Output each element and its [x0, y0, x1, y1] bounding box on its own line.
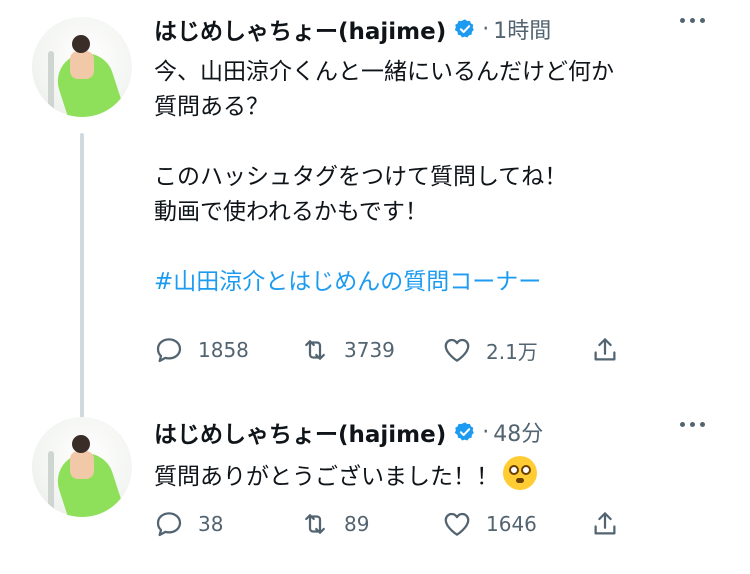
reply-icon	[156, 512, 182, 537]
thread-line	[80, 133, 84, 418]
share-icon	[594, 338, 616, 361]
retweet-count: 89	[344, 512, 370, 536]
reply-count: 38	[198, 512, 224, 536]
hashtag-link[interactable]: #山田涼介とはじめんの質問コーナー	[154, 269, 541, 295]
tweet-header: はじめしゃちょー(hajime) · 48分	[154, 414, 543, 450]
retweet-button[interactable]: 89	[300, 504, 369, 544]
reply-count: 1858	[198, 338, 249, 362]
reply-button[interactable]: 1858	[154, 330, 249, 370]
like-button[interactable]: 2.1万	[442, 330, 538, 370]
more-options-icon[interactable]	[680, 10, 720, 30]
tweet-text-line: 質問ある？	[154, 94, 269, 120]
avatar[interactable]	[32, 417, 132, 517]
like-count: 1646	[486, 512, 537, 536]
share-icon	[594, 512, 616, 535]
tweet-text-line: 質問ありがとうございました！！	[154, 464, 499, 490]
tweet[interactable]: はじめしゃちょー(hajime) · 1時間 今、山田涼介くんと一緒にいるんだけ…	[0, 0, 750, 418]
separator-dot: ·	[482, 16, 490, 42]
retweet-icon	[305, 340, 325, 360]
tweet-actions: 38 89 1646	[154, 504, 634, 544]
share-button[interactable]	[590, 504, 634, 544]
verified-badge-icon	[454, 422, 475, 441]
avatar-person-head	[72, 35, 90, 53]
retweet-count: 3739	[344, 338, 395, 362]
reply-icon	[156, 338, 182, 363]
avatar-person-body	[70, 451, 94, 479]
avatar-person-head	[72, 435, 90, 453]
avatar[interactable]	[32, 17, 132, 117]
retweet-button[interactable]: 3739	[300, 330, 395, 370]
share-button[interactable]	[590, 330, 634, 370]
tweet-text-line: このハッシュタグをつけて質問してね！	[154, 164, 568, 190]
verified-badge-icon	[454, 19, 475, 38]
reply-button[interactable]: 38	[154, 504, 223, 544]
like-button[interactable]: 1646	[442, 504, 537, 544]
avatar-rail	[48, 51, 54, 111]
avatar-person-body	[70, 51, 94, 79]
tweet-header: はじめしゃちょー(hajime) · 1時間	[154, 11, 551, 47]
tweet[interactable]: はじめしゃちょー(hajime) · 48分 質問ありがとうございました！！ 3…	[0, 392, 750, 574]
flushed-face-emoji	[503, 456, 537, 490]
avatar-rail	[48, 451, 54, 511]
timestamp[interactable]: 48分	[493, 416, 543, 448]
like-count: 2.1万	[486, 339, 538, 364]
heart-icon	[444, 338, 470, 362]
timestamp[interactable]: 1時間	[493, 13, 551, 45]
heart-icon	[444, 512, 470, 536]
tweet-text: 今、山田涼介くんと一緒にいるんだけど何か 質問ある？ このハッシュタグをつけて質…	[154, 55, 674, 300]
tweet-actions: 1858 3739 2.1万	[154, 330, 634, 370]
tweet-text-line: 今、山田涼介くんと一緒にいるんだけど何か	[154, 59, 614, 85]
author-name[interactable]: はじめしゃちょー(hajime)	[154, 415, 446, 449]
retweet-icon	[305, 514, 325, 534]
tweet-text-line: 動画で使われるかもです！	[154, 199, 428, 225]
separator-dot: ·	[482, 419, 490, 445]
more-options-icon[interactable]	[680, 414, 720, 434]
author-name[interactable]: はじめしゃちょー(hajime)	[154, 12, 446, 46]
tweet-text: 質問ありがとうございました！！	[154, 456, 674, 495]
